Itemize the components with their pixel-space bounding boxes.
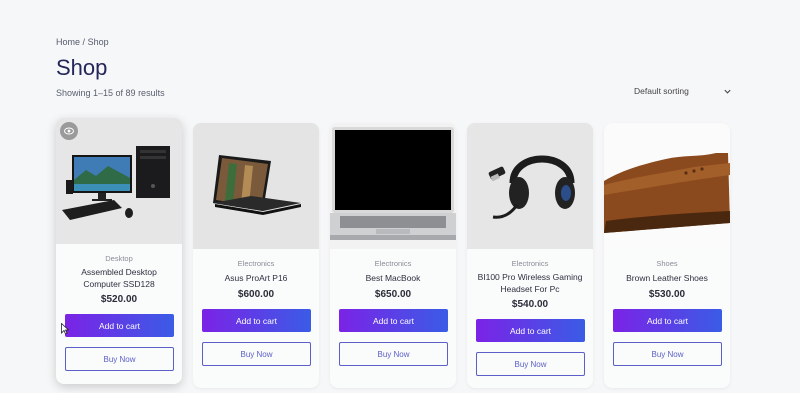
- product-name-link[interactable]: Assembled Desktop Computer SSD128: [64, 266, 174, 290]
- product-price: $600.00: [237, 289, 275, 300]
- add-to-cart-button[interactable]: Add to cart: [476, 319, 585, 342]
- sorting-selected-label: Default sorting: [634, 86, 689, 96]
- breadcrumb-home-link[interactable]: Home: [56, 37, 80, 47]
- buy-now-button[interactable]: Buy Now: [202, 342, 311, 366]
- laptop-image: [193, 123, 319, 249]
- eye-icon: [64, 127, 74, 135]
- add-to-cart-button[interactable]: Add to cart: [202, 309, 311, 332]
- buy-now-button[interactable]: Buy Now: [613, 342, 722, 366]
- product-image[interactable]: [56, 118, 182, 244]
- add-to-cart-button[interactable]: Add to cart: [339, 309, 448, 332]
- product-name-link[interactable]: Asus ProArt P16: [201, 272, 311, 284]
- product-card: Electronics Asus ProArt P16 $600.00 Add …: [193, 123, 319, 388]
- product-card: Electronics Best MacBook $650.00 Add to …: [330, 123, 456, 388]
- product-name-link[interactable]: Brown Leather Shoes: [612, 272, 722, 284]
- product-image[interactable]: [467, 123, 593, 249]
- product-image[interactable]: [330, 123, 456, 249]
- product-name-link[interactable]: Best MacBook: [338, 272, 448, 284]
- mouse-cursor-icon: [61, 323, 69, 335]
- product-image[interactable]: [604, 123, 730, 249]
- add-to-cart-button[interactable]: Add to cart: [65, 314, 174, 337]
- product-price: $530.00: [648, 289, 686, 300]
- product-image[interactable]: [193, 123, 319, 249]
- product-category: Shoes: [656, 259, 678, 268]
- macbook-image: [330, 123, 456, 249]
- headset-image: [467, 123, 593, 249]
- add-to-cart-button[interactable]: Add to cart: [613, 309, 722, 332]
- product-name-link[interactable]: BI100 Pro Wireless Gaming Headset For Pc: [475, 271, 585, 295]
- sorting-select[interactable]: Default sorting: [634, 84, 732, 98]
- chevron-down-icon: [724, 89, 731, 94]
- buy-now-button[interactable]: Buy Now: [476, 352, 585, 376]
- breadcrumb-separator: /: [82, 37, 86, 47]
- buy-now-button[interactable]: Buy Now: [65, 347, 174, 371]
- product-card: Desktop Assembled Desktop Computer SSD12…: [56, 118, 182, 384]
- product-category: Electronics: [511, 259, 549, 268]
- product-price: $650.00: [374, 289, 412, 300]
- buy-now-button[interactable]: Buy Now: [339, 342, 448, 366]
- quick-view-button[interactable]: [60, 122, 78, 140]
- page-title: Shop: [56, 55, 108, 80]
- breadcrumb: Home / Shop: [56, 37, 109, 47]
- result-count: Showing 1–15 of 89 results: [56, 88, 165, 98]
- product-category: Desktop: [105, 254, 133, 263]
- product-price: $520.00: [100, 294, 138, 305]
- product-card: Electronics BI100 Pro Wireless Gaming He…: [467, 123, 593, 388]
- product-category: Electronics: [237, 259, 275, 268]
- leather-shoes-image: [604, 123, 730, 249]
- product-price: $540.00: [511, 299, 549, 310]
- product-category: Electronics: [374, 259, 412, 268]
- breadcrumb-current: Shop: [87, 37, 109, 47]
- product-card: Shoes Brown Leather Shoes $530.00 Add to…: [604, 123, 730, 388]
